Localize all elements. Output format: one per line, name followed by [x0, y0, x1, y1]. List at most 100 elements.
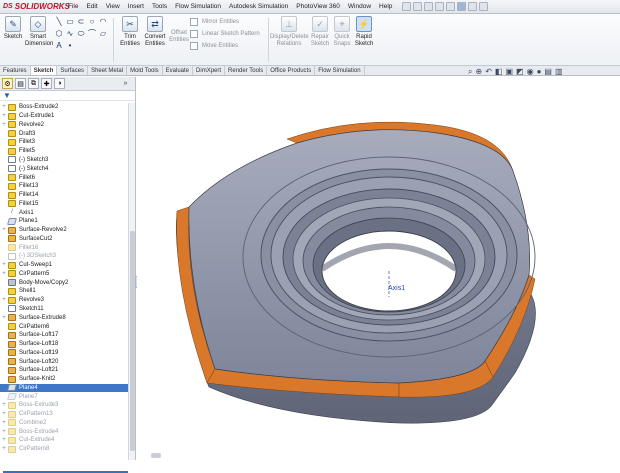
menu-item[interactable]: Edit — [82, 0, 101, 14]
filter-icon[interactable]: ▼ — [0, 91, 135, 101]
menu-item[interactable]: Window — [344, 0, 375, 14]
tab-features[interactable]: Features — [0, 66, 31, 75]
hide-show-icon[interactable]: ◉ — [527, 67, 534, 76]
view-orientation-icon[interactable]: ▣ — [505, 67, 513, 76]
menu-item[interactable]: Autodesk Simulation — [225, 0, 292, 14]
tree-scrollbar[interactable] — [128, 103, 135, 460]
expand-icon[interactable]: + — [0, 113, 8, 119]
tree-item[interactable]: Surface-Loft17 — [0, 331, 128, 340]
tree-item[interactable]: (-) Sketch3 — [0, 156, 128, 165]
tree-item[interactable]: + Combine2 — [0, 419, 128, 428]
rectangle-icon[interactable]: ▭ — [65, 17, 75, 26]
tree-item[interactable]: Fillet14 — [0, 191, 128, 200]
menu-item[interactable]: Help — [375, 0, 396, 14]
tree-item[interactable]: SurfaceCut2 — [0, 234, 128, 243]
tab-mold-tools[interactable]: Mold Tools — [127, 66, 163, 75]
display-delete-relations-button[interactable]: ⊥ Display/Delete Relations — [270, 16, 309, 48]
polygon-icon[interactable]: ⬡ — [54, 29, 64, 38]
expand-icon[interactable]: + — [0, 271, 8, 277]
plane-icon[interactable]: ▱ — [98, 29, 108, 38]
view-settings-icon[interactable]: ▥ — [555, 67, 563, 76]
tree-item[interactable]: Draft3 — [0, 129, 128, 138]
display-style-icon[interactable]: ◩ — [516, 67, 524, 76]
viewport-scroll-thumb[interactable] — [151, 453, 161, 458]
expand-icon[interactable]: + — [0, 262, 8, 268]
tree-item[interactable]: + Revolve3 — [0, 296, 128, 305]
configuration-manager-tab-icon[interactable]: ⧉ — [28, 78, 39, 89]
menu-item[interactable]: Flow Simulation — [171, 0, 225, 14]
expand-icon[interactable]: + — [0, 227, 8, 233]
tree-item[interactable]: Plane7 — [0, 392, 128, 401]
tree-item[interactable]: Surface-Loft18 — [0, 340, 128, 349]
tree-item[interactable]: Fillet5 — [0, 147, 128, 156]
repair-sketch-button[interactable]: ✓ Repair Sketch — [309, 16, 331, 48]
tree-item[interactable]: + Surface-Revolve2 — [0, 226, 128, 235]
tree-item[interactable]: (-) Sketch4 — [0, 164, 128, 173]
expand-icon[interactable]: + — [0, 402, 8, 408]
tree-item[interactable]: Surface-Loft19 — [0, 348, 128, 357]
tab-sketch[interactable]: Sketch — [30, 66, 58, 75]
linear-sketch-pattern-button[interactable]: Linear Sketch Pattern — [190, 30, 260, 38]
circle-icon[interactable]: ○ — [87, 17, 97, 26]
expand-icon[interactable]: + — [0, 446, 8, 452]
tree-item[interactable]: Surface-Loft20 — [0, 357, 128, 366]
tree-item[interactable]: + Boss-Extrude3 — [0, 401, 128, 410]
tree-item[interactable]: + CirPattern13 — [0, 410, 128, 419]
tab-surfaces[interactable]: Surfaces — [57, 66, 89, 75]
tree-item[interactable]: + CirPattern8 — [0, 445, 128, 454]
solidworks-logo[interactable]: DS SOLIDWORKS — [0, 2, 70, 11]
scroll-thumb[interactable] — [130, 231, 135, 451]
mirror-entities-button[interactable]: Mirror Entities — [190, 18, 239, 26]
display-manager-tab-icon[interactable]: ◑ — [54, 78, 65, 89]
tree-item[interactable]: Fillet15 — [0, 199, 128, 208]
tree-item[interactable]: Sketch11 — [0, 305, 128, 314]
axis-label[interactable]: Axis1 — [388, 285, 405, 292]
tab-render-tools[interactable]: Render Tools — [225, 66, 268, 75]
arc-icon[interactable]: ◠ — [98, 17, 108, 26]
tree-item[interactable]: + Cut-Extrude4 — [0, 436, 128, 445]
fillet-icon[interactable]: ⌒ — [87, 29, 97, 38]
text-icon[interactable]: A — [54, 41, 64, 50]
tree-item[interactable]: Body-Move/Copy2 — [0, 278, 128, 287]
rapid-sketch-button[interactable]: ⚡ Rapid Sketch — [353, 16, 375, 48]
expand-icon[interactable]: + — [0, 315, 8, 321]
sketch-button[interactable]: ✎ Sketch — [3, 16, 23, 41]
tree-item[interactable]: + Cut-Sweep1 — [0, 261, 128, 270]
menu-item[interactable]: PhotoView 360 — [292, 0, 344, 14]
tree-item[interactable]: + Boss-Extrude2 — [0, 103, 128, 112]
convert-entities-button[interactable]: ⇄ Convert Entities — [143, 16, 167, 48]
line-icon[interactable]: ╲ — [54, 17, 64, 26]
menu-item[interactable]: Insert — [124, 0, 148, 14]
tree-item[interactable]: Surface-Knit2 — [0, 375, 128, 384]
tree-item[interactable]: Fillet16 — [0, 243, 128, 252]
zoom-area-icon[interactable]: ⊕ — [475, 67, 482, 76]
expand-icon[interactable]: + — [0, 122, 8, 128]
save-icon[interactable] — [424, 2, 434, 11]
previous-view-icon[interactable]: ↶ — [485, 67, 492, 76]
dimxpert-tab-icon[interactable]: ✚ — [41, 78, 52, 89]
expand-icon[interactable]: + — [0, 437, 8, 443]
tree-item[interactable]: CirPattern6 — [0, 322, 128, 331]
tree-item[interactable]: Shell1 — [0, 287, 128, 296]
offset-entities-button[interactable]: Offset Entities — [168, 30, 190, 44]
tree-item[interactable]: + Surface-Extrude8 — [0, 313, 128, 322]
options-icon[interactable] — [479, 2, 489, 11]
tab-evaluate[interactable]: Evaluate — [163, 66, 194, 75]
tab-flow-simulation[interactable]: Flow Simulation — [315, 66, 365, 75]
tree-item[interactable]: + Cut-Extrude1 — [0, 112, 128, 121]
tab-dimxpert[interactable]: DimXpert — [193, 66, 226, 75]
spline-icon[interactable]: ∿ — [65, 29, 75, 38]
point-icon[interactable]: • — [65, 41, 75, 50]
tree-item[interactable]: (-) 3DSketch3 — [0, 252, 128, 261]
print-icon[interactable] — [435, 2, 445, 11]
scene-icon[interactable]: ▤ — [544, 67, 552, 76]
slot-icon[interactable]: ⊂ — [76, 17, 86, 26]
expand-icon[interactable]: + — [0, 429, 8, 435]
open-icon[interactable] — [413, 2, 423, 11]
smart-dimension-button[interactable]: ◇ Smart Dimension — [25, 16, 53, 48]
expand-chevron-icon[interactable]: » — [120, 78, 131, 89]
expand-icon[interactable]: + — [0, 420, 8, 426]
tree-item[interactable]: Fillet13 — [0, 182, 128, 191]
menu-item[interactable]: File — [64, 0, 82, 14]
zoom-to-fit-icon[interactable]: ⌕ — [468, 67, 472, 76]
